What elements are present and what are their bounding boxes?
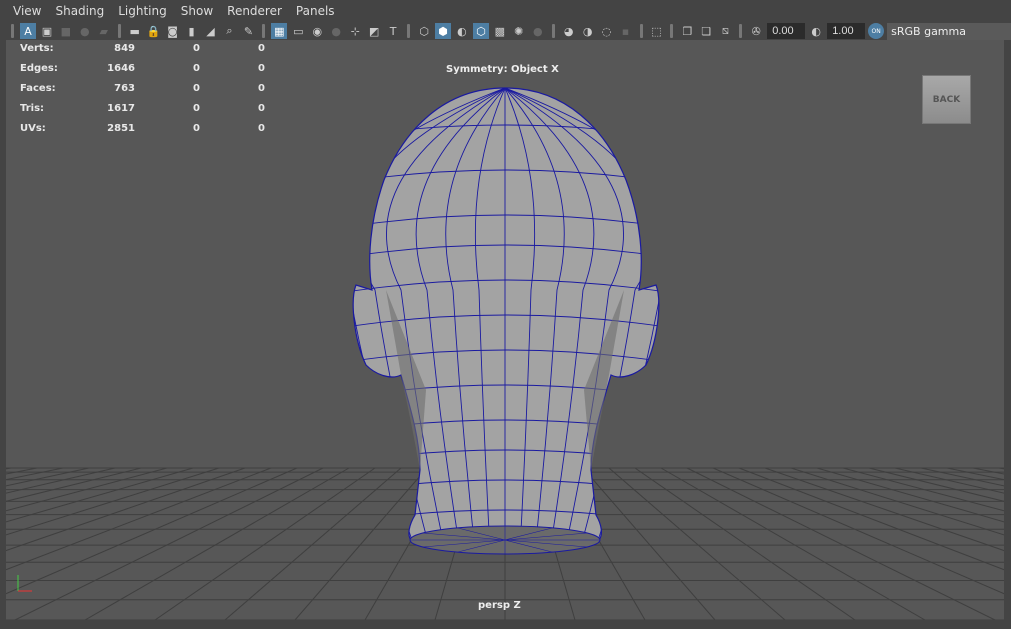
safe-action-icon[interactable]: ◩	[366, 23, 382, 39]
stat-row: UVs: 2851 0 0	[20, 123, 265, 143]
xray-active-icon[interactable]: ❏	[698, 23, 714, 39]
menu-show[interactable]: Show	[174, 3, 220, 20]
gamma-input[interactable]	[827, 23, 866, 39]
menu-bar: View Shading Lighting Show Renderer Pane…	[0, 3, 1011, 20]
symmetry-label: Symmetry: Object X	[446, 64, 559, 75]
separator	[739, 24, 743, 38]
resolution-gate-icon[interactable]: ◉	[309, 23, 325, 39]
camera-attributes-icon[interactable]: ▣	[39, 23, 55, 39]
anti-aliasing-icon[interactable]: ◌	[599, 23, 615, 39]
separator	[262, 24, 266, 38]
color-space-select[interactable]: sRGB gamma (legacy)	[887, 22, 1011, 55]
safe-title-icon[interactable]: T	[385, 23, 401, 39]
stat-label: Tris:	[20, 103, 45, 114]
color-management-toggle[interactable]: ON	[868, 23, 885, 39]
2d-pan-zoom-icon[interactable]: ◢	[203, 23, 219, 39]
stat-label: UVs:	[20, 123, 46, 134]
motion-blur-icon[interactable]: ◑	[580, 23, 596, 39]
stat-label: Faces:	[20, 83, 56, 94]
stat-row: Faces: 763 0 0	[20, 83, 265, 103]
wireframe-icon[interactable]: ⬡	[416, 23, 432, 39]
panel-toolbar: A ▣ ■ ● ▰ ▬ 🔒 ◙ ▮ ◢ ⌕ ✎ ▦ ▭ ◉ ● ⊹ ◩ T ⬡ …	[0, 21, 1011, 55]
default-material-icon[interactable]: ◐	[454, 23, 470, 39]
viewport-persp[interactable]: Verts: 849 0 0 Edges: 1646 0 0 Faces: 763 0 0 Tri…	[6, 40, 1004, 620]
lights-icon[interactable]: ✺	[511, 23, 527, 39]
menu-shading[interactable]: Shading	[48, 3, 111, 20]
separator	[551, 24, 555, 38]
exposure-icon[interactable]: ✇	[748, 23, 764, 39]
shadows-icon[interactable]: ●	[530, 23, 546, 39]
image-plane-icon[interactable]: ●	[77, 23, 93, 39]
depth-of-field-icon[interactable]: ▪	[618, 23, 634, 39]
camera-name-label: persp Z	[478, 600, 521, 611]
stat-value: 0	[193, 63, 200, 74]
separator	[670, 24, 674, 38]
isolate-select-icon[interactable]: ⬚	[649, 23, 665, 39]
heads-up-poly-count: Verts: 849 0 0 Edges: 1646 0 0 Faces: 763 0 0 Tri…	[20, 43, 265, 143]
separator	[11, 24, 14, 38]
menu-renderer[interactable]: Renderer	[220, 3, 289, 20]
camera-bookmark-icon[interactable]: ◙	[165, 23, 181, 39]
field-chart-icon[interactable]: ⊹	[347, 23, 363, 39]
textured-icon[interactable]: ▩	[492, 23, 508, 39]
menu-view[interactable]: View	[6, 3, 48, 20]
stat-value: 0	[258, 43, 265, 54]
xray-joints-icon[interactable]: ⧅	[717, 23, 733, 39]
view-cube-back[interactable]: BACK	[922, 75, 971, 124]
stat-row: Verts: 849 0 0	[20, 43, 265, 63]
gate-mask-icon[interactable]: ●	[328, 23, 344, 39]
stat-value: 0	[258, 123, 265, 134]
stat-value: 2851	[107, 123, 135, 134]
stat-value: 0	[258, 63, 265, 74]
menu-lighting[interactable]: Lighting	[111, 3, 174, 20]
exposure-input[interactable]	[767, 23, 806, 39]
film-gate-icon[interactable]: ▭	[290, 23, 306, 39]
bookmark-icon[interactable]: ▮	[184, 23, 200, 39]
smooth-shade-icon[interactable]: ⬢	[435, 23, 451, 39]
gamma-icon[interactable]: ◐	[808, 23, 824, 39]
lock-camera-icon[interactable]: 🔒	[146, 23, 162, 39]
stat-label: Verts:	[20, 43, 54, 54]
stat-value: 0	[258, 103, 265, 114]
pan-zoom-icon[interactable]: ⌕	[222, 23, 238, 39]
ambient-occlusion-icon[interactable]: ◕	[561, 23, 577, 39]
stat-value: 1646	[107, 63, 135, 74]
stat-row: Edges: 1646 0 0	[20, 63, 265, 83]
grid-icon[interactable]: ▦	[271, 23, 288, 39]
stat-label: Edges:	[20, 63, 58, 74]
stat-value: 1617	[107, 103, 135, 114]
select-camera-icon[interactable]: A	[19, 23, 36, 39]
wireframe-on-shaded-icon[interactable]: ⬡	[472, 23, 489, 39]
stat-value: 0	[193, 83, 200, 94]
stat-value: 763	[114, 83, 135, 94]
bookmarks-icon[interactable]: ■	[58, 23, 74, 39]
separator	[407, 24, 411, 38]
separator	[117, 24, 121, 38]
menu-panels[interactable]: Panels	[289, 3, 342, 20]
stat-value: 0	[193, 123, 200, 134]
stat-row: Tris: 1617 0 0	[20, 103, 265, 123]
stat-value: 0	[193, 43, 200, 54]
separator	[639, 24, 643, 38]
brush-icon[interactable]: ✎	[240, 23, 256, 39]
camera-icon[interactable]: ▬	[127, 23, 143, 39]
grease-pencil-icon[interactable]: ▰	[96, 23, 112, 39]
stat-value: 0	[193, 103, 200, 114]
stat-value: 849	[114, 43, 135, 54]
stat-value: 0	[258, 83, 265, 94]
xray-icon[interactable]: ❐	[679, 23, 695, 39]
